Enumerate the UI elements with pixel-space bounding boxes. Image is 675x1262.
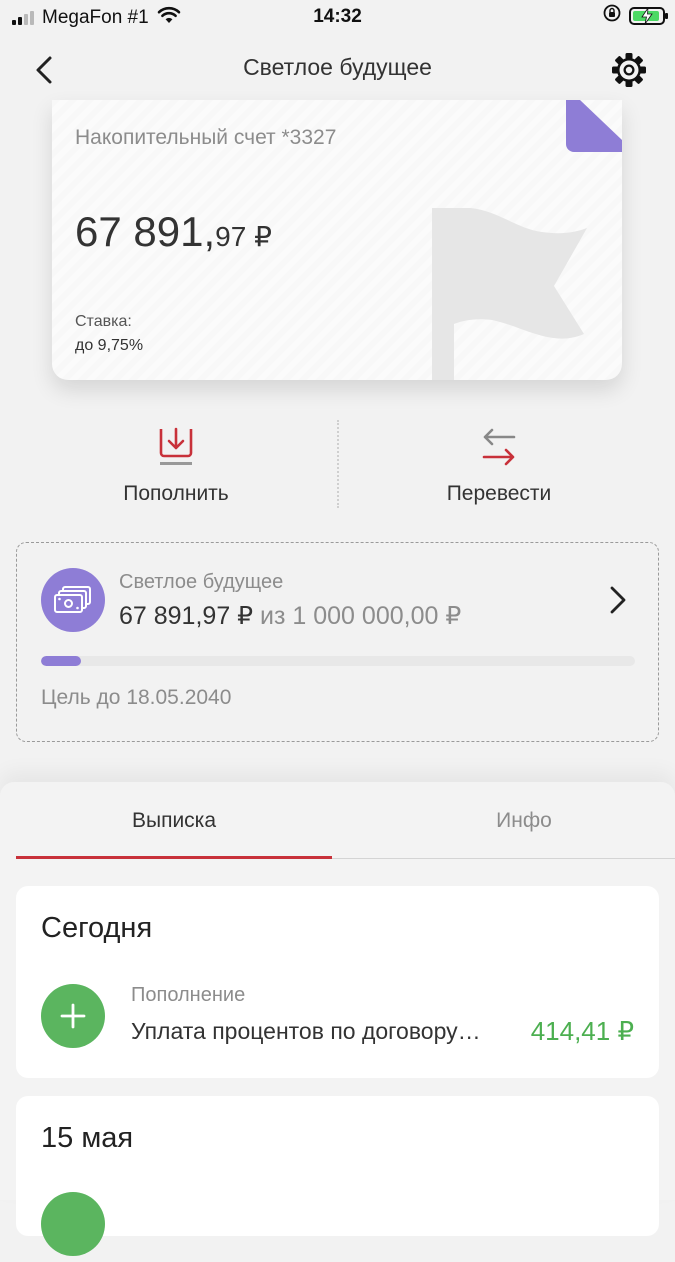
tab-info[interactable]: Инфо bbox=[366, 782, 675, 858]
money-stack-icon bbox=[41, 568, 105, 632]
goal-deadline: Цель до 18.05.2040 bbox=[41, 686, 232, 709]
topup-button[interactable]: Пополнить bbox=[76, 420, 276, 506]
transaction-description: Уплата процентов по договору… bbox=[131, 1018, 481, 1044]
account-card[interactable]: Накопительный счет *3327 67 891,97 ₽ Ста… bbox=[52, 100, 622, 380]
gear-icon bbox=[612, 53, 646, 87]
goal-name: Светлое будущее bbox=[119, 571, 284, 593]
goal-progress-bar bbox=[41, 656, 635, 666]
tab-statement[interactable]: Выписка bbox=[16, 782, 332, 859]
transaction-row[interactable] bbox=[16, 1192, 659, 1262]
savings-goal-card[interactable]: Светлое будущее 67 891,97 ₽ из 1 000 000… bbox=[16, 542, 659, 742]
account-actions: Пополнить Перевести bbox=[0, 420, 675, 510]
account-title: Накопительный счет *3327 bbox=[75, 126, 337, 149]
status-bar: MegaFon #1 14:32 bbox=[0, 0, 675, 36]
transaction-amount: 414,41 ₽ bbox=[530, 1016, 634, 1046]
tab-bar: Выписка Инфо bbox=[16, 782, 675, 859]
flag-icon bbox=[432, 208, 587, 380]
page-title: Светлое будущее bbox=[243, 54, 432, 80]
goal-amount: 67 891,97 ₽ из 1 000 000,00 ₽ bbox=[119, 601, 461, 631]
rotation-lock-icon bbox=[603, 4, 621, 27]
balance-integer: 67 891, bbox=[75, 208, 216, 255]
goal-target: из 1 000 000,00 ₽ bbox=[260, 602, 462, 630]
settings-button[interactable] bbox=[609, 50, 649, 90]
plus-icon bbox=[41, 1192, 105, 1256]
clock: 14:32 bbox=[313, 6, 362, 27]
statement-day-group: 15 мая bbox=[16, 1096, 659, 1256]
statement-sheet: Выписка Инфо Сегодня Пополнение Уплата п… bbox=[0, 782, 675, 1256]
goal-current: 67 891,97 ₽ bbox=[119, 602, 254, 630]
transaction-row[interactable]: Пополнение Уплата процентов по договору…… bbox=[16, 984, 659, 1054]
day-title: Сегодня bbox=[41, 912, 153, 944]
plus-icon bbox=[41, 984, 105, 1048]
actions-divider bbox=[337, 420, 339, 508]
topup-label: Пополнить bbox=[123, 482, 229, 505]
transfer-arrows-icon bbox=[482, 428, 516, 466]
goal-progress-fill bbox=[41, 656, 82, 666]
card-corner-fold bbox=[566, 100, 622, 152]
rate-value: до 9,75% bbox=[75, 337, 144, 354]
tab-active-underline bbox=[16, 856, 332, 859]
day-title: 15 мая bbox=[41, 1122, 134, 1154]
rate-label: Ставка: bbox=[75, 313, 132, 330]
tab-statement-label: Выписка bbox=[131, 809, 217, 832]
transfer-label: Перевести bbox=[446, 482, 552, 505]
chevron-right-icon bbox=[610, 586, 626, 614]
deposit-download-icon bbox=[159, 427, 193, 465]
nav-bar: Светлое будущее bbox=[0, 40, 675, 100]
battery-charging-icon bbox=[629, 6, 668, 25]
statement-day-group: Сегодня Пополнение Уплата процентов по д… bbox=[16, 886, 659, 1078]
transfer-button[interactable]: Перевести bbox=[399, 420, 599, 506]
tab-info-label: Инфо bbox=[496, 809, 552, 832]
balance-fraction: 97 ₽ bbox=[215, 221, 272, 252]
transaction-type: Пополнение bbox=[131, 984, 246, 1006]
account-balance: 67 891,97 ₽ bbox=[75, 208, 272, 256]
